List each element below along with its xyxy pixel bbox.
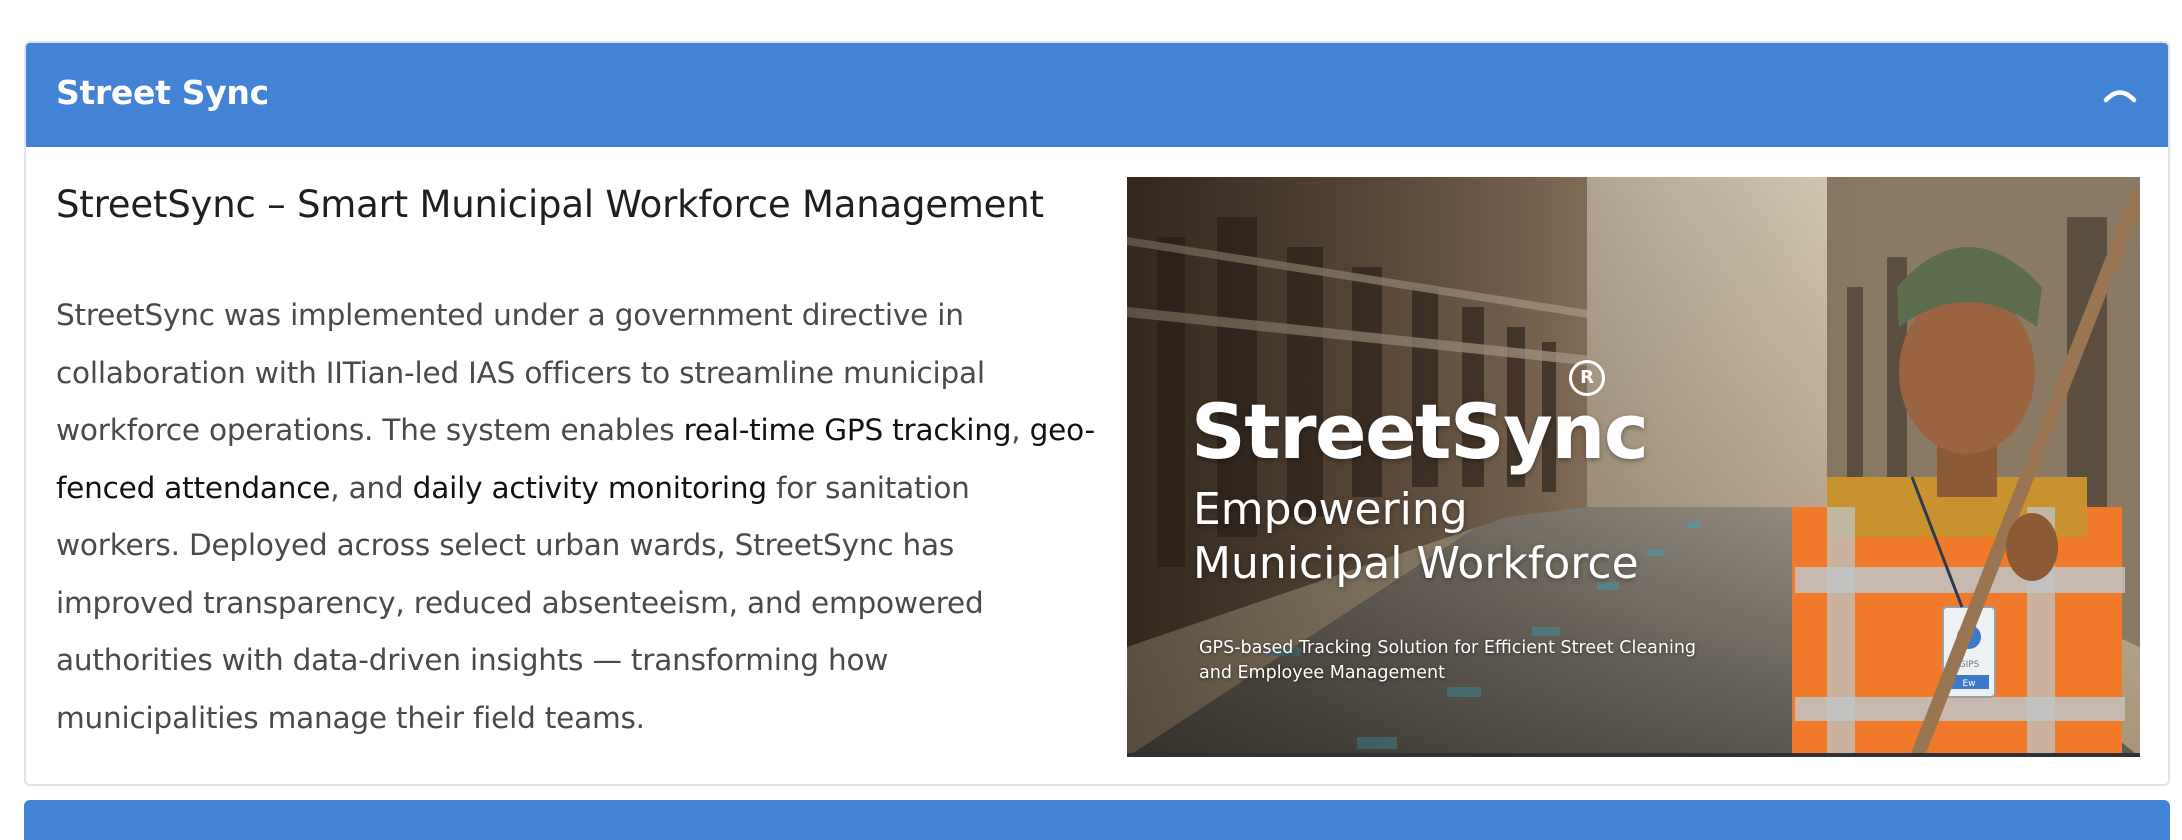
streetsync-banner-image: StreetSync R Empowering Municipal Workfo… bbox=[1127, 177, 2140, 757]
banner-bottom-border bbox=[1127, 753, 2140, 757]
banner-subtext-line: and Employee Management bbox=[1199, 663, 1445, 683]
banner-tagline-line: Empowering bbox=[1193, 484, 1468, 535]
description-text: for sanitation workers. Deployed across … bbox=[56, 470, 984, 735]
banner-subtext-line: GPS-based Tracking Solution for Efficien… bbox=[1199, 638, 1697, 658]
accordion-body: StreetSync – Smart Municipal Workforce M… bbox=[26, 147, 2168, 784]
banner-tagline: Empowering Municipal Workforce bbox=[1193, 483, 1713, 591]
highlight-daily-activity-monitoring: daily activity monitoring bbox=[412, 470, 767, 505]
description-text: , bbox=[1011, 413, 1030, 447]
banner-brand-title: StreetSync bbox=[1191, 387, 1649, 476]
id-card-label: GIPS Ew bbox=[1959, 660, 1980, 689]
accordion-header[interactable]: Street Sync bbox=[26, 43, 2168, 147]
id-card-text-bottom: Ew bbox=[1962, 679, 1975, 689]
id-card-text-top: GIPS bbox=[1959, 660, 1980, 670]
content-heading: StreetSync – Smart Municipal Workforce M… bbox=[56, 183, 1044, 226]
next-accordion-header[interactable] bbox=[24, 800, 2170, 840]
registered-trademark-icon: R bbox=[1569, 360, 1605, 396]
accordion-title: Street Sync bbox=[56, 73, 269, 112]
highlight-gps-tracking: real-time GPS tracking bbox=[683, 413, 1012, 447]
chevron-up-icon[interactable] bbox=[2096, 71, 2144, 119]
streetsync-accordion-panel: Street Sync StreetSync – Smart Municipal… bbox=[24, 41, 2170, 786]
description-paragraph: StreetSync was implemented under a gover… bbox=[56, 287, 1096, 747]
banner-tagline-line: Municipal Workforce bbox=[1193, 538, 1639, 589]
banner-subtext: GPS-based Tracking Solution for Efficien… bbox=[1199, 636, 1719, 686]
description-text: , and bbox=[330, 470, 413, 505]
